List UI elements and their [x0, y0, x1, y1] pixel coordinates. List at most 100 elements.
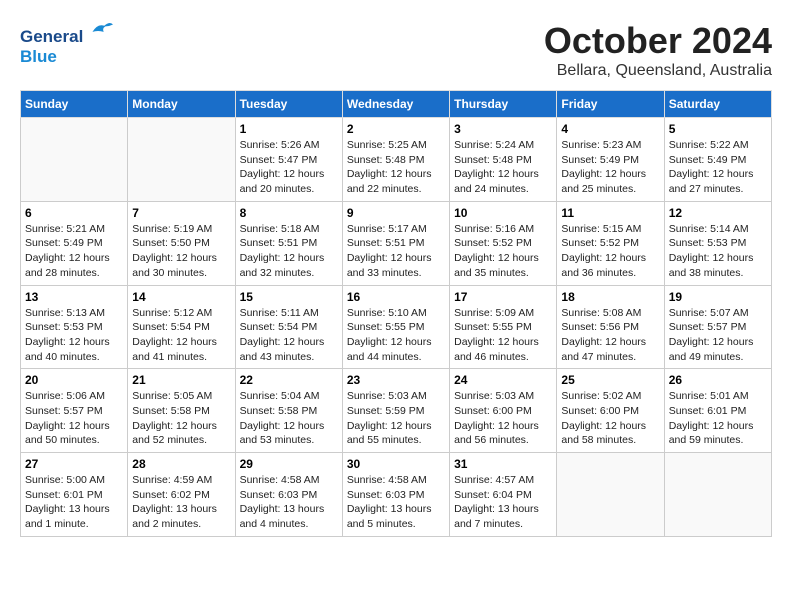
cell-sun-info: Sunrise: 5:12 AMSunset: 5:54 PMDaylight:…	[132, 306, 230, 365]
calendar-cell: 26 Sunrise: 5:01 AMSunset: 6:01 PMDayligh…	[664, 369, 771, 453]
calendar-cell: 1Sunrise: 5:26 AMSunset: 5:47 PMDaylight…	[235, 118, 342, 202]
title-block: October 2024 Bellara, Queensland, Austra…	[544, 20, 772, 80]
cell-sun-info: Sunrise: 5:17 AMSunset: 5:51 PMDaylight:…	[347, 222, 445, 281]
calendar-cell: 17 Sunrise: 5:09 AMSunset: 5:55 PMDayligh…	[450, 285, 557, 369]
cell-sun-info: Sunrise: 5:15 AMSunset: 5:52 PMDaylight:…	[561, 222, 659, 281]
weekday-header-tuesday: Tuesday	[235, 91, 342, 118]
calendar-cell: 23 Sunrise: 5:03 AMSunset: 5:59 PMDayligh…	[342, 369, 449, 453]
calendar-cell: 29 Sunrise: 4:58 AMSunset: 6:03 PMDayligh…	[235, 453, 342, 537]
day-number: 1	[240, 122, 338, 136]
calendar-cell	[557, 453, 664, 537]
calendar-cell: 4 Sunrise: 5:23 AMSunset: 5:49 PMDaylight…	[557, 118, 664, 202]
calendar-cell: 31 Sunrise: 4:57 AMSunset: 6:04 PMDayligh…	[450, 453, 557, 537]
cell-sun-info: Sunrise: 5:16 AMSunset: 5:52 PMDaylight:…	[454, 222, 552, 281]
calendar-week-row: 20 Sunrise: 5:06 AMSunset: 5:57 PMDayligh…	[21, 369, 772, 453]
weekday-header-saturday: Saturday	[664, 91, 771, 118]
day-number: 5	[669, 122, 767, 136]
cell-sun-info: Sunrise: 5:21 AMSunset: 5:49 PMDaylight:…	[25, 222, 123, 281]
calendar-cell: 5 Sunrise: 5:22 AMSunset: 5:49 PMDaylight…	[664, 118, 771, 202]
page-header: General Blue October 2024 Bellara, Queen…	[20, 20, 772, 80]
calendar-cell: 11 Sunrise: 5:15 AMSunset: 5:52 PMDayligh…	[557, 201, 664, 285]
calendar-body: 1Sunrise: 5:26 AMSunset: 5:47 PMDaylight…	[21, 118, 772, 537]
calendar-cell	[664, 453, 771, 537]
cell-sun-info: Sunrise: 5:06 AMSunset: 5:57 PMDaylight:…	[25, 389, 123, 448]
calendar-cell: 25Sunrise: 5:02 AMSunset: 6:00 PMDayligh…	[557, 369, 664, 453]
cell-sun-info: Sunrise: 5:03 AMSunset: 5:59 PMDaylight:…	[347, 389, 445, 448]
day-number: 14	[132, 290, 230, 304]
calendar-cell: 14 Sunrise: 5:12 AMSunset: 5:54 PMDayligh…	[128, 285, 235, 369]
day-number: 2	[347, 122, 445, 136]
day-number: 11	[561, 206, 659, 220]
logo-bird-icon	[85, 20, 113, 42]
cell-sun-info: Sunrise: 5:22 AMSunset: 5:49 PMDaylight:…	[669, 138, 767, 197]
cell-sun-info: Sunrise: 5:03 AMSunset: 6:00 PMDaylight:…	[454, 389, 552, 448]
calendar-cell: 20 Sunrise: 5:06 AMSunset: 5:57 PMDayligh…	[21, 369, 128, 453]
calendar-cell: 28Sunrise: 4:59 AMSunset: 6:02 PMDayligh…	[128, 453, 235, 537]
cell-sun-info: Sunrise: 5:00 AMSunset: 6:01 PMDaylight:…	[25, 473, 123, 532]
calendar-cell: 13 Sunrise: 5:13 AMSunset: 5:53 PMDayligh…	[21, 285, 128, 369]
calendar-cell: 3 Sunrise: 5:24 AMSunset: 5:48 PMDaylight…	[450, 118, 557, 202]
day-number: 27	[25, 457, 123, 471]
day-number: 17	[454, 290, 552, 304]
cell-sun-info: Sunrise: 5:10 AMSunset: 5:55 PMDaylight:…	[347, 306, 445, 365]
cell-sun-info: Sunrise: 5:05 AMSunset: 5:58 PMDaylight:…	[132, 389, 230, 448]
calendar-cell: 24 Sunrise: 5:03 AMSunset: 6:00 PMDayligh…	[450, 369, 557, 453]
cell-sun-info: Sunrise: 4:58 AMSunset: 6:03 PMDaylight:…	[347, 473, 445, 532]
calendar-cell: 16 Sunrise: 5:10 AMSunset: 5:55 PMDayligh…	[342, 285, 449, 369]
day-number: 29	[240, 457, 338, 471]
cell-sun-info: Sunrise: 5:25 AMSunset: 5:48 PMDaylight:…	[347, 138, 445, 197]
cell-sun-info: Sunrise: 5:11 AMSunset: 5:54 PMDaylight:…	[240, 306, 338, 365]
cell-sun-info: Sunrise: 5:24 AMSunset: 5:48 PMDaylight:…	[454, 138, 552, 197]
day-number: 16	[347, 290, 445, 304]
cell-sun-info: Sunrise: 4:58 AMSunset: 6:03 PMDaylight:…	[240, 473, 338, 532]
day-number: 4	[561, 122, 659, 136]
calendar-table: SundayMondayTuesdayWednesdayThursdayFrid…	[20, 90, 772, 537]
day-number: 12	[669, 206, 767, 220]
logo: General Blue	[20, 20, 113, 67]
calendar-cell: 15Sunrise: 5:11 AMSunset: 5:54 PMDayligh…	[235, 285, 342, 369]
day-number: 8	[240, 206, 338, 220]
day-number: 6	[25, 206, 123, 220]
day-number: 19	[669, 290, 767, 304]
location-subtitle: Bellara, Queensland, Australia	[544, 62, 772, 80]
calendar-cell: 19 Sunrise: 5:07 AMSunset: 5:57 PMDayligh…	[664, 285, 771, 369]
cell-sun-info: Sunrise: 5:07 AMSunset: 5:57 PMDaylight:…	[669, 306, 767, 365]
logo-general-text: General	[20, 20, 113, 47]
day-number: 25	[561, 373, 659, 387]
day-number: 26	[669, 373, 767, 387]
weekday-header-wednesday: Wednesday	[342, 91, 449, 118]
day-number: 24	[454, 373, 552, 387]
cell-sun-info: Sunrise: 5:23 AMSunset: 5:49 PMDaylight:…	[561, 138, 659, 197]
cell-sun-info: Sunrise: 4:59 AMSunset: 6:02 PMDaylight:…	[132, 473, 230, 532]
day-number: 3	[454, 122, 552, 136]
calendar-cell: 18Sunrise: 5:08 AMSunset: 5:56 PMDayligh…	[557, 285, 664, 369]
day-number: 7	[132, 206, 230, 220]
calendar-cell: 2 Sunrise: 5:25 AMSunset: 5:48 PMDaylight…	[342, 118, 449, 202]
logo-blue-text: Blue	[20, 47, 113, 67]
cell-sun-info: Sunrise: 5:01 AMSunset: 6:01 PMDaylight:…	[669, 389, 767, 448]
calendar-header-row: SundayMondayTuesdayWednesdayThursdayFrid…	[21, 91, 772, 118]
day-number: 13	[25, 290, 123, 304]
cell-sun-info: Sunrise: 5:19 AMSunset: 5:50 PMDaylight:…	[132, 222, 230, 281]
calendar-cell: 6 Sunrise: 5:21 AMSunset: 5:49 PMDaylight…	[21, 201, 128, 285]
cell-sun-info: Sunrise: 5:18 AMSunset: 5:51 PMDaylight:…	[240, 222, 338, 281]
day-number: 10	[454, 206, 552, 220]
weekday-header-monday: Monday	[128, 91, 235, 118]
calendar-week-row: 27 Sunrise: 5:00 AMSunset: 6:01 PMDayligh…	[21, 453, 772, 537]
day-number: 18	[561, 290, 659, 304]
cell-sun-info: Sunrise: 5:09 AMSunset: 5:55 PMDaylight:…	[454, 306, 552, 365]
weekday-header-friday: Friday	[557, 91, 664, 118]
weekday-header-thursday: Thursday	[450, 91, 557, 118]
day-number: 31	[454, 457, 552, 471]
calendar-week-row: 13 Sunrise: 5:13 AMSunset: 5:53 PMDayligh…	[21, 285, 772, 369]
calendar-cell: 27 Sunrise: 5:00 AMSunset: 6:01 PMDayligh…	[21, 453, 128, 537]
day-number: 9	[347, 206, 445, 220]
cell-sun-info: Sunrise: 5:13 AMSunset: 5:53 PMDaylight:…	[25, 306, 123, 365]
calendar-cell: 22Sunrise: 5:04 AMSunset: 5:58 PMDayligh…	[235, 369, 342, 453]
day-number: 23	[347, 373, 445, 387]
calendar-cell: 8 Sunrise: 5:18 AMSunset: 5:51 PMDaylight…	[235, 201, 342, 285]
cell-sun-info: Sunrise: 5:04 AMSunset: 5:58 PMDaylight:…	[240, 389, 338, 448]
day-number: 20	[25, 373, 123, 387]
cell-sun-info: Sunrise: 4:57 AMSunset: 6:04 PMDaylight:…	[454, 473, 552, 532]
calendar-cell: 10 Sunrise: 5:16 AMSunset: 5:52 PMDayligh…	[450, 201, 557, 285]
